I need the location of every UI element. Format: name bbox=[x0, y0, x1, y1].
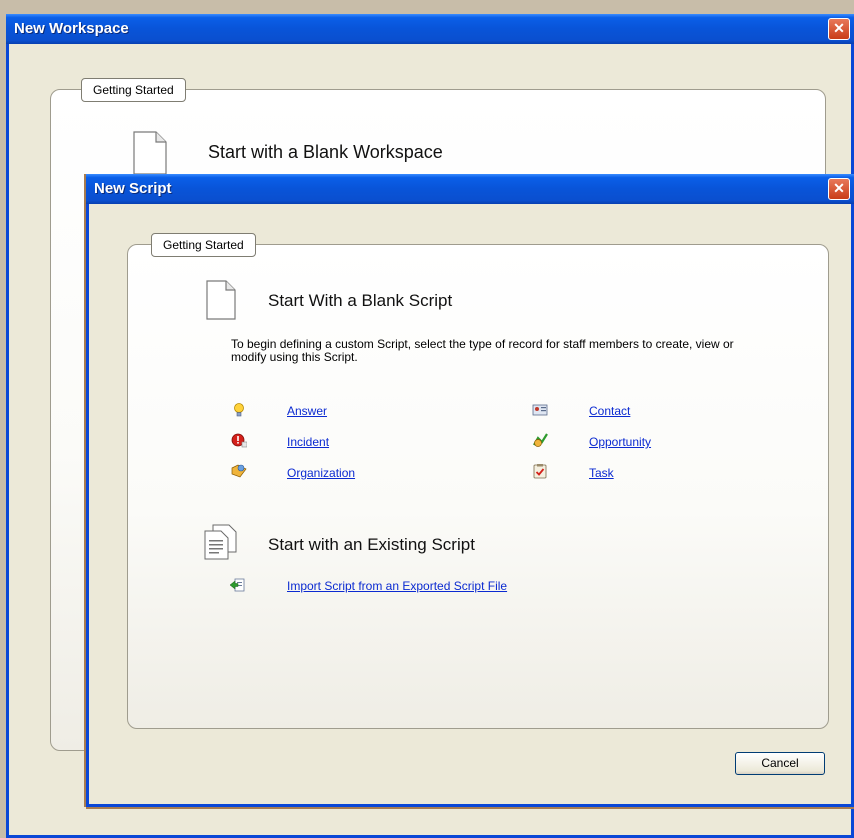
incident-icon bbox=[231, 433, 247, 448]
existing-documents-icon bbox=[204, 524, 237, 560]
record-type-contact-link[interactable]: Contact bbox=[589, 404, 630, 418]
task-clipboard-icon bbox=[533, 464, 547, 479]
blank-script-heading: Start With a Blank Script bbox=[268, 291, 453, 310]
record-type-incident-link[interactable]: Incident bbox=[287, 435, 329, 449]
cancel-button[interactable]: Cancel bbox=[735, 752, 825, 775]
script-title: New Script bbox=[94, 180, 172, 197]
record-type-answer-link[interactable]: Answer bbox=[287, 404, 327, 418]
blank-document-icon bbox=[206, 280, 236, 320]
blank-document-icon bbox=[133, 131, 167, 175]
import-script-link[interactable]: Import Script from an Exported Script Fi… bbox=[287, 579, 507, 593]
contact-card-icon bbox=[532, 404, 548, 416]
record-type-opportunity-link[interactable]: Opportunity bbox=[589, 435, 651, 449]
record-type-organization-link[interactable]: Organization bbox=[287, 466, 355, 480]
opportunity-icon bbox=[533, 433, 548, 447]
existing-script-heading: Start with an Existing Script bbox=[268, 535, 475, 554]
script-getting-started-label: Getting Started bbox=[151, 233, 256, 257]
new-script-window: New Script ✕ Getting Started Start With … bbox=[86, 174, 854, 807]
record-type-description: To begin defining a custom Script, selec… bbox=[231, 337, 734, 364]
workspace-close-button[interactable]: ✕ bbox=[828, 18, 850, 40]
workspace-title: New Workspace bbox=[14, 20, 129, 37]
lightbulb-icon bbox=[234, 403, 244, 417]
record-type-task-link[interactable]: Task bbox=[589, 466, 614, 480]
script-titlebar[interactable]: New Script ✕ bbox=[86, 174, 854, 204]
workspace-getting-started-label: Getting Started bbox=[81, 78, 186, 102]
import-file-icon bbox=[229, 578, 245, 592]
script-close-button[interactable]: ✕ bbox=[828, 178, 850, 200]
organization-icon bbox=[231, 464, 247, 478]
workspace-titlebar[interactable]: New Workspace ✕ bbox=[6, 14, 854, 44]
workspace-blank-heading: Start with a Blank Workspace bbox=[208, 142, 443, 162]
